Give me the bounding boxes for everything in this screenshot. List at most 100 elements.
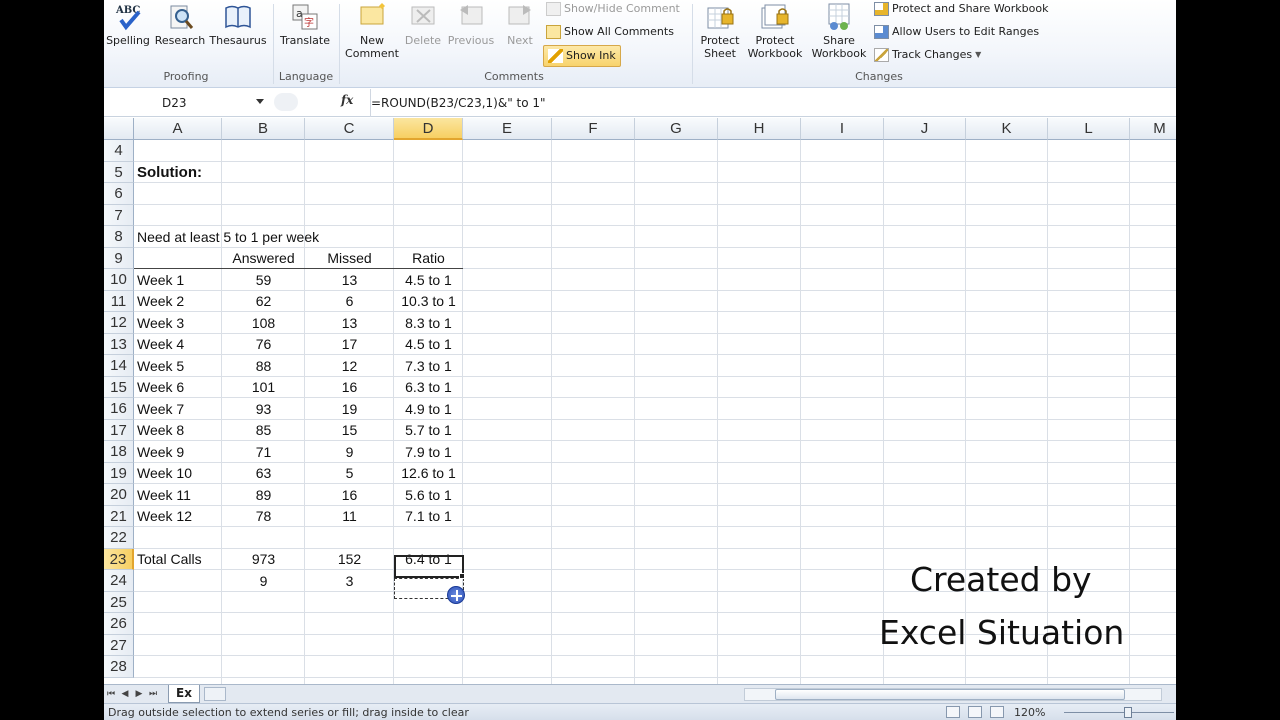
column-header-i[interactable]: I — [801, 118, 884, 140]
ratio-value[interactable]: 7.3 to 1 — [394, 355, 463, 377]
header-ratio[interactable]: Ratio — [394, 248, 463, 270]
zoom-level[interactable]: 120% — [1014, 704, 1045, 720]
total-answered[interactable]: 973 — [222, 549, 305, 571]
column-header-c[interactable]: C — [305, 118, 394, 140]
row-header-9[interactable]: 9 — [104, 247, 134, 269]
week-label[interactable]: Week 8 — [134, 420, 187, 442]
ratio-value[interactable]: 12.6 to 1 — [394, 463, 463, 485]
week-label[interactable]: Week 4 — [134, 334, 187, 356]
column-header-g[interactable]: G — [635, 118, 718, 140]
next-sheet-icon[interactable]: ▶ — [134, 688, 144, 700]
ratio-value[interactable]: 4.5 to 1 — [394, 269, 463, 291]
column-header-e[interactable]: E — [463, 118, 552, 140]
spelling-button[interactable]: ABC Spelling — [106, 2, 150, 47]
row-header-28[interactable]: 28 — [104, 656, 134, 678]
cell-a8-requirement[interactable]: Need at least 5 to 1 per week — [134, 226, 322, 248]
row-header-16[interactable]: 16 — [104, 398, 134, 420]
select-all-corner[interactable] — [104, 118, 134, 140]
week-label[interactable]: Week 10 — [134, 463, 195, 485]
row-header-14[interactable]: 14 — [104, 355, 134, 377]
missed-value[interactable]: 15 — [305, 420, 394, 442]
week-label[interactable]: Week 7 — [134, 398, 187, 420]
last-sheet-icon[interactable]: ⏭ — [148, 688, 158, 700]
column-header-l[interactable]: L — [1048, 118, 1130, 140]
track-changes-button[interactable]: Track Changes ▼ — [874, 46, 981, 64]
show-all-comments-button[interactable]: Show All Comments — [546, 23, 674, 41]
week-label[interactable]: Week 5 — [134, 355, 187, 377]
new-comment-button[interactable]: New Comment — [344, 2, 400, 60]
translate-button[interactable]: a 字 Translate — [278, 2, 332, 47]
column-header-d[interactable]: D — [394, 118, 463, 140]
ratio-value[interactable]: 5.7 to 1 — [394, 420, 463, 442]
column-header-j[interactable]: J — [884, 118, 966, 140]
scrollbar-thumb[interactable] — [775, 689, 1125, 700]
protect-and-share-workbook-button[interactable]: Protect and Share Workbook — [874, 0, 1049, 18]
column-header-b[interactable]: B — [222, 118, 305, 140]
row-header-21[interactable]: 21 — [104, 505, 134, 527]
active-cell-outline[interactable] — [394, 555, 464, 578]
row-header-8[interactable]: 8 — [104, 226, 134, 248]
spreadsheet-grid[interactable]: ABCDEFGHIJKLM 4 5 6 7 8 9 10 11 12 13 14 15 16 17 18 19… — [104, 118, 1176, 684]
answered-value[interactable]: 78 — [222, 506, 305, 528]
answered-value[interactable]: 62 — [222, 291, 305, 313]
total-calls-label[interactable]: Total Calls — [134, 549, 205, 571]
normal-view-icon[interactable] — [946, 706, 960, 718]
cell-a5-solution-label[interactable]: Solution: — [134, 162, 205, 184]
row-header-25[interactable]: 25 — [104, 591, 134, 613]
show-ink-button[interactable]: Show Ink — [543, 45, 621, 67]
header-missed[interactable]: Missed — [305, 248, 394, 270]
horizontal-scrollbar[interactable] — [744, 688, 1162, 701]
missed-value[interactable]: 19 — [305, 398, 394, 420]
row-header-20[interactable]: 20 — [104, 484, 134, 506]
protect-workbook-button[interactable]: Protect Workbook — [744, 2, 806, 60]
week-label[interactable]: Week 1 — [134, 269, 187, 291]
missed-value[interactable]: 17 — [305, 334, 394, 356]
missed-value[interactable]: 16 — [305, 377, 394, 399]
ratio-value[interactable]: 6.3 to 1 — [394, 377, 463, 399]
week-label[interactable]: Week 9 — [134, 441, 187, 463]
cell-b24[interactable]: 9 — [222, 570, 305, 592]
column-header-f[interactable]: F — [552, 118, 635, 140]
row-header-12[interactable]: 12 — [104, 312, 134, 334]
allow-users-to-edit-ranges-button[interactable]: Allow Users to Edit Ranges — [874, 23, 1039, 41]
next-comment-button[interactable]: Next — [498, 2, 542, 47]
week-label[interactable]: Week 2 — [134, 291, 187, 313]
missed-value[interactable]: 9 — [305, 441, 394, 463]
missed-value[interactable]: 13 — [305, 312, 394, 334]
row-header-27[interactable]: 27 — [104, 634, 134, 656]
answered-value[interactable]: 63 — [222, 463, 305, 485]
zoom-slider[interactable] — [1064, 712, 1174, 713]
zoom-slider-knob[interactable] — [1124, 707, 1132, 718]
missed-value[interactable]: 6 — [305, 291, 394, 313]
row-header-13[interactable]: 13 — [104, 333, 134, 355]
column-header-a[interactable]: A — [134, 118, 222, 140]
first-sheet-icon[interactable]: ⏮ — [106, 688, 116, 700]
answered-value[interactable]: 89 — [222, 484, 305, 506]
missed-value[interactable]: 16 — [305, 484, 394, 506]
row-header-18[interactable]: 18 — [104, 441, 134, 463]
answered-value[interactable]: 59 — [222, 269, 305, 291]
prev-sheet-icon[interactable]: ◀ — [120, 688, 130, 700]
header-answered[interactable]: Answered — [222, 248, 305, 270]
missed-value[interactable]: 11 — [305, 506, 394, 528]
answered-value[interactable]: 85 — [222, 420, 305, 442]
formula-bar-grip[interactable] — [274, 93, 298, 111]
answered-value[interactable]: 93 — [222, 398, 305, 420]
ratio-value[interactable]: 7.1 to 1 — [394, 506, 463, 528]
row-header-5[interactable]: 5 — [104, 161, 134, 183]
column-header-h[interactable]: H — [718, 118, 801, 140]
ratio-value[interactable]: 10.3 to 1 — [394, 291, 463, 313]
row-header-4[interactable]: 4 — [104, 140, 134, 162]
row-header-22[interactable]: 22 — [104, 527, 134, 549]
row-header-17[interactable]: 17 — [104, 419, 134, 441]
week-label[interactable]: Week 12 — [134, 506, 195, 528]
share-workbook-button[interactable]: Share Workbook — [808, 2, 870, 60]
answered-value[interactable]: 76 — [222, 334, 305, 356]
ratio-value[interactable]: 8.3 to 1 — [394, 312, 463, 334]
insert-sheet-icon[interactable] — [204, 687, 226, 701]
week-label[interactable]: Week 6 — [134, 377, 187, 399]
protect-sheet-button[interactable]: Protect Sheet — [696, 2, 744, 60]
insert-function-icon[interactable]: fx — [341, 93, 353, 107]
cell-c24[interactable]: 3 — [305, 570, 394, 592]
row-header-11[interactable]: 11 — [104, 290, 134, 312]
